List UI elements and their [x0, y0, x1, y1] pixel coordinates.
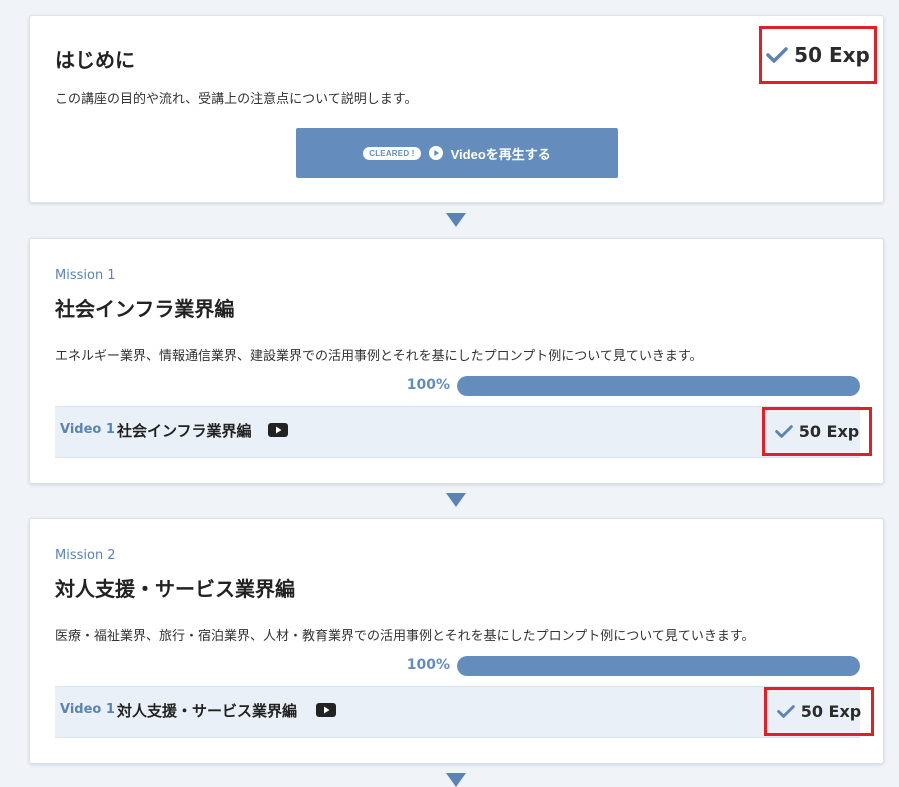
video-title[interactable]: 社会インフラ業界編	[117, 420, 252, 441]
down-triangle-icon	[446, 493, 466, 507]
down-triangle-icon	[446, 213, 466, 227]
video-exp-value: 50 Exp	[800, 702, 862, 721]
mission-card-1: Mission 1 社会インフラ業界編 エネルギー業界、情報通信業界、建設業界で…	[29, 238, 884, 484]
mission-label: Mission 2	[55, 548, 116, 563]
progress-bar: 100%	[55, 376, 860, 396]
video-exp-value: 50 Exp	[798, 422, 860, 441]
intro-exp-value: 50 Exp	[794, 43, 870, 67]
progress-bar: 100%	[55, 656, 860, 676]
progress-percent: 100%	[406, 377, 450, 393]
mission-title: 対人支援・サービス業界編	[55, 577, 295, 601]
intro-description: この講座の目的や流れ、受講上の注意点について説明します。	[55, 92, 418, 107]
check-icon	[776, 705, 795, 718]
video-row[interactable]: Video 1 対人支援・サービス業界編 50 Exp	[55, 686, 874, 738]
check-icon	[774, 425, 793, 438]
video-title[interactable]: 対人支援・サービス業界編	[117, 700, 297, 721]
video-number: Video 1	[60, 702, 115, 717]
video-exp-badge: 50 Exp	[762, 407, 872, 456]
intro-card: はじめに 50 Exp この講座の目的や流れ、受講上の注意点について説明します。…	[29, 15, 884, 203]
intro-exp-badge: 50 Exp	[759, 26, 877, 84]
mission-description: エネルギー業界、情報通信業界、建設業界での活用事例とそれを基にしたプロンプト例に…	[55, 349, 703, 364]
check-icon	[766, 47, 788, 63]
progress-track	[457, 656, 860, 676]
video-row[interactable]: Video 1 社会インフラ業界編 50 Exp	[55, 406, 872, 458]
mission-card-2: Mission 2 対人支援・サービス業界編 医療・福祉業界、旅行・宿泊業界、人…	[29, 518, 884, 764]
progress-fill	[457, 376, 860, 396]
intro-title: はじめに	[55, 48, 135, 72]
cleared-badge: CLEARED !	[363, 146, 421, 160]
youtube-icon	[316, 703, 336, 717]
youtube-icon	[268, 423, 288, 437]
play-video-button[interactable]: CLEARED ! Videoを再生する	[296, 128, 618, 178]
progress-percent: 100%	[406, 657, 450, 673]
play-icon	[428, 146, 443, 160]
video-number: Video 1	[60, 422, 115, 437]
mission-description: 医療・福祉業界、旅行・宿泊業界、人材・教育業界での活用事例とそれを基にしたプロン…	[55, 629, 755, 644]
progress-track	[457, 376, 860, 396]
video-exp-badge: 50 Exp	[764, 687, 874, 736]
mission-title: 社会インフラ業界編	[55, 297, 235, 321]
progress-fill	[457, 656, 860, 676]
mission-label: Mission 1	[55, 268, 116, 283]
play-video-label: Videoを再生する	[450, 146, 551, 162]
